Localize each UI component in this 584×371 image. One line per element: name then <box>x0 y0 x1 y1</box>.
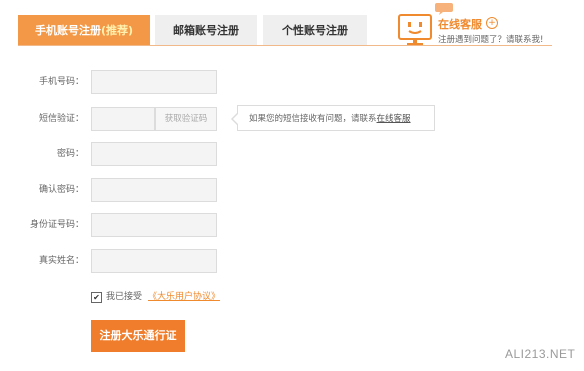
agreement-link[interactable]: 《大乐用户协议》 <box>148 291 220 303</box>
tab-custom-register[interactable]: 个性账号注册 <box>263 15 367 46</box>
service-monitor-icon <box>398 14 432 45</box>
plus-icon[interactable]: + <box>486 17 498 29</box>
name-label: 真实姓名： <box>38 256 84 266</box>
tab-phone-label: 手机账号注册 <box>34 24 101 37</box>
phone-row: 手机号码： <box>0 70 584 94</box>
password-label: 密码： <box>56 149 84 159</box>
name-row: 真实姓名： <box>0 249 584 273</box>
sms-label: 短信验证： <box>38 114 84 124</box>
sms-tip: 如果您的短信接收有问题，请联系在线客服 <box>237 105 435 131</box>
sms-row: 短信验证： 获取验证码 如果您的短信接收有问题，请联系在线客服 <box>0 105 584 131</box>
tab-custom-label: 个性账号注册 <box>282 24 348 37</box>
tab-phone-register[interactable]: 手机账号注册(推荐) <box>18 15 150 46</box>
sms-code-input[interactable] <box>91 107 155 131</box>
tab-email-register[interactable]: 邮箱账号注册 <box>155 15 257 46</box>
tip-arrow-inner <box>233 114 238 124</box>
password-row: 密码： <box>0 142 584 166</box>
phone-input[interactable] <box>91 70 217 94</box>
agreement-prefix: 我已接受 <box>106 292 143 302</box>
sms-tip-service-link[interactable]: 在线客服 <box>377 114 411 124</box>
service-title[interactable]: 在线客服 <box>438 16 482 32</box>
service-subtitle: 注册遇到问题了？请联系我! <box>438 35 544 45</box>
watermark: ALI213.NET <box>505 347 576 361</box>
password-input[interactable] <box>91 142 217 166</box>
confirm-password-row: 确认密码： <box>0 178 584 202</box>
get-code-button[interactable]: 获取验证码 <box>155 107 217 131</box>
real-name-input[interactable] <box>91 249 217 273</box>
sms-tip-text: 如果您的短信接收有问题，请联系 <box>249 114 377 124</box>
id-row: 身份证号码： <box>0 213 584 237</box>
recommended-badge: (推荐) <box>100 24 134 37</box>
agreement-checkbox[interactable]: ✔ <box>91 292 102 303</box>
confirm-password-input[interactable] <box>91 178 217 202</box>
online-service[interactable]: 在线客服 + 注册遇到问题了？请联系我! <box>398 2 584 46</box>
register-submit-button[interactable]: 注册大乐通行证 <box>91 320 185 352</box>
confirm-password-label: 确认密码： <box>38 185 84 195</box>
tab-email-label: 邮箱账号注册 <box>173 24 239 37</box>
id-number-input[interactable] <box>91 213 217 237</box>
id-label: 身份证号码： <box>29 220 84 230</box>
phone-label: 手机号码： <box>38 77 84 87</box>
registration-tabs: 手机账号注册(推荐) 邮箱账号注册 个性账号注册 在线客服 + 注册遇到问题了？… <box>0 0 584 46</box>
chat-bubble-icon <box>435 3 453 15</box>
